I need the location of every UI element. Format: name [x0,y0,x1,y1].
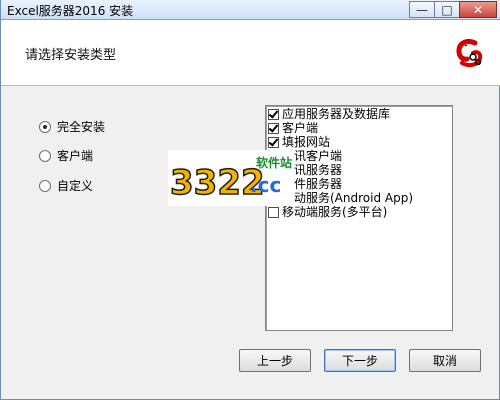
page-title: 请选择安装类型 [25,48,117,63]
radio-circle[interactable] [39,179,51,192]
component-item[interactable]: 移动服务(Android App) [268,192,413,204]
checkbox[interactable] [268,178,279,190]
checkbox[interactable] [268,136,279,148]
minimize-button[interactable]: — [409,1,435,18]
component-item[interactable]: 客户端 [268,122,318,134]
checkbox[interactable] [268,122,279,134]
radio-circle[interactable] [39,120,51,133]
checkbox[interactable] [268,150,279,162]
component-item[interactable]: 应用服务器及数据库 [268,108,390,120]
window-title: Excel服务器2016 安装 [7,4,134,18]
component-item[interactable]: 移动端服务(多平台) [268,206,387,218]
radio-client[interactable]: 客户端 [39,147,93,164]
maximize-icon: □ [441,2,453,17]
title-bar[interactable]: Excel服务器2016 安装 — □ ✕ [1,0,500,20]
checkbox[interactable] [268,164,279,176]
close-button[interactable]: ✕ [459,1,497,18]
component-label: 填报网站 [282,135,331,149]
component-label: 通讯服务器 [282,163,343,177]
component-label: 应用服务器及数据库 [282,107,391,121]
radio-full-install[interactable]: 完全安装 [39,118,105,135]
caption-buttons: — □ ✕ [409,1,497,18]
radio-label: 客户端 [57,149,94,163]
app-logo-icon [456,38,483,68]
component-label: 客户端 [282,121,319,135]
maximize-button[interactable]: □ [434,1,460,18]
component-label: 移动服务(Android App) [282,191,414,205]
component-item[interactable]: 填报网站 [268,136,330,148]
radio-custom[interactable]: 自定义 [39,177,93,194]
checkbox[interactable] [268,206,279,218]
checkbox[interactable] [268,192,279,204]
component-item[interactable]: 通讯客户端 [268,150,342,162]
installer-window: Excel服务器2016 安装 — □ ✕ 请选择安装类型 完全安装 客户端 自… [0,0,500,400]
radio-label: 自定义 [57,179,94,193]
watermark-number: 3322 [170,163,265,203]
minimize-icon: — [416,2,428,17]
next-button[interactable]: 下一步 [324,349,396,372]
checkbox[interactable] [268,108,279,120]
component-label: 移动端服务(多平台) [282,205,388,219]
close-icon: ✕ [472,2,484,17]
components-list: 应用服务器及数据库 客户端 填报网站 通讯客户端 通讯服务器 文件服务器 移动服… [265,105,453,331]
back-button[interactable]: 上一步 [239,349,311,372]
cancel-button[interactable]: 取消 [409,349,481,372]
radio-circle[interactable] [39,149,51,162]
radio-label: 完全安装 [57,120,106,134]
component-label: 文件服务器 [282,177,343,191]
header-panel: 请选择安装类型 [1,20,500,86]
component-item[interactable]: 文件服务器 [268,178,342,190]
component-label: 通讯客户端 [282,149,343,163]
component-item[interactable]: 通讯服务器 [268,164,342,176]
